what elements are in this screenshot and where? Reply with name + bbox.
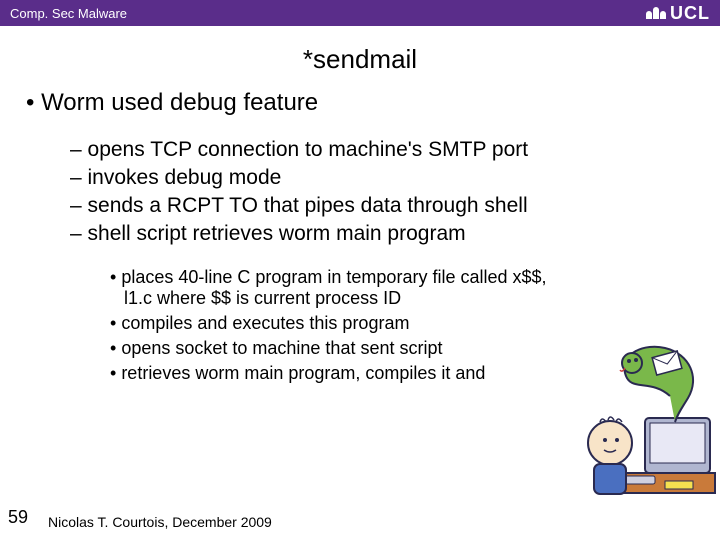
- level3-list: places 40-line C program in temporary fi…: [110, 267, 560, 384]
- slide-title: *sendmail: [0, 26, 720, 75]
- header-bar: Comp. Sec Malware UCL: [0, 0, 720, 26]
- ucl-logo: UCL: [646, 3, 710, 24]
- list-item: retrieves worm main program, compiles it…: [110, 363, 560, 384]
- main-bullet: Worm used debug feature: [26, 89, 720, 117]
- ucl-dome-icon: [646, 7, 666, 19]
- breadcrumb: Comp. Sec Malware: [10, 6, 127, 21]
- level2-list: opens TCP connection to machine's SMTP p…: [70, 138, 720, 246]
- list-item: sends a RCPT TO that pipes data through …: [70, 194, 720, 218]
- ucl-logo-text: UCL: [670, 3, 710, 24]
- page-number: 59: [8, 507, 28, 528]
- author-line: Nicolas T. Courtois, December 2009: [48, 514, 272, 530]
- list-item: opens TCP connection to machine's SMTP p…: [70, 138, 720, 162]
- worm-cartoon-image: [550, 318, 720, 508]
- list-item: shell script retrieves worm main program: [70, 222, 720, 246]
- list-item: compiles and executes this program: [110, 313, 560, 334]
- list-item: places 40-line C program in temporary fi…: [110, 267, 560, 309]
- list-item: invokes debug mode: [70, 166, 720, 190]
- list-item: opens socket to machine that sent script: [110, 338, 560, 359]
